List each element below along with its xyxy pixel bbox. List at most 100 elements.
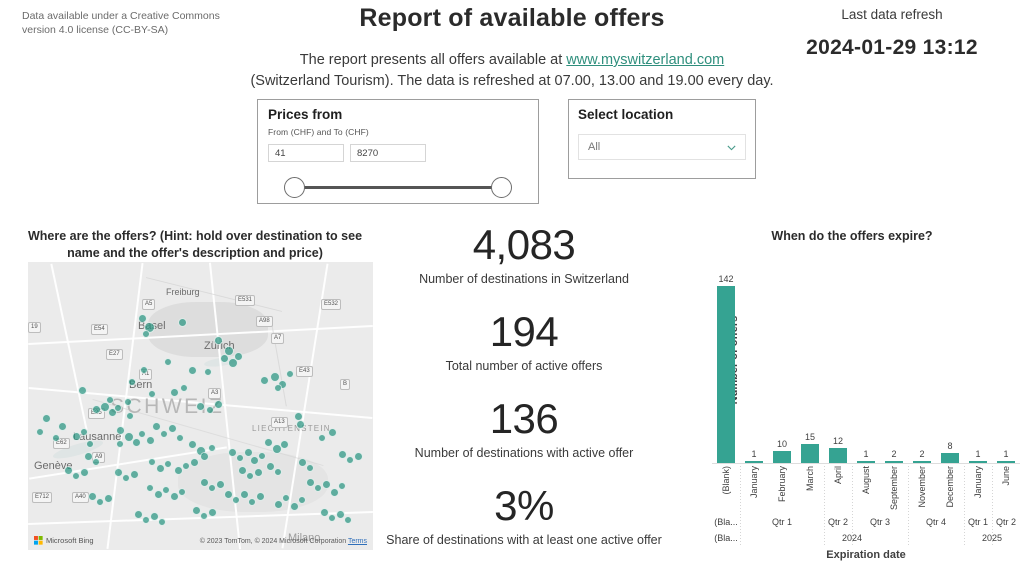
map-offer-dot[interactable]: [132, 438, 141, 447]
location-slicer[interactable]: Select location All: [568, 99, 756, 179]
map-offer-dot[interactable]: [146, 484, 154, 492]
map-offer-dot[interactable]: [104, 494, 113, 503]
map-offer-dot[interactable]: [42, 414, 51, 423]
chart-bar-column[interactable]: 15: [801, 258, 819, 463]
chart-bar-column[interactable]: 142: [717, 258, 735, 463]
map-offer-dot[interactable]: [208, 508, 217, 517]
map-offer-dot[interactable]: [236, 454, 244, 462]
map-offer-dot[interactable]: [140, 366, 148, 374]
map-offer-dot[interactable]: [126, 412, 134, 420]
map-offer-dot[interactable]: [322, 480, 331, 489]
map-offer-dot[interactable]: [200, 452, 209, 461]
map-offer-dot[interactable]: [328, 514, 336, 522]
chart-bar-column[interactable]: 1: [745, 258, 763, 463]
map-offer-dot[interactable]: [142, 330, 150, 338]
map-offer-dot[interactable]: [80, 428, 88, 436]
map-offer-dot[interactable]: [80, 468, 89, 477]
chart-bar-column[interactable]: 10: [773, 258, 791, 463]
map-offer-dot[interactable]: [314, 484, 322, 492]
map-canvas[interactable]: SCHWEIZ Freiburg Basel Zürich Bern Lausa…: [28, 262, 373, 550]
map-offer-dot[interactable]: [274, 384, 282, 392]
map-offer-dot[interactable]: [86, 440, 94, 448]
map-offer-dot[interactable]: [58, 422, 67, 431]
map-offer-dot[interactable]: [160, 430, 168, 438]
map-offer-dot[interactable]: [296, 420, 305, 429]
price-min-input[interactable]: 41: [268, 144, 344, 162]
map-offer-dot[interactable]: [204, 368, 212, 376]
map-offer-dot[interactable]: [148, 458, 156, 466]
map-offer-dot[interactable]: [130, 470, 139, 479]
chart-bar[interactable]: [829, 448, 847, 463]
map-offer-dot[interactable]: [254, 468, 263, 477]
map-offer-dot[interactable]: [214, 336, 223, 345]
map-offer-dot[interactable]: [274, 500, 283, 509]
location-dropdown[interactable]: All: [578, 134, 746, 160]
chart-bar-column[interactable]: 2: [885, 258, 903, 463]
map-offer-dot[interactable]: [328, 428, 337, 437]
map-offer-dot[interactable]: [280, 440, 289, 449]
map-offer-dot[interactable]: [282, 494, 290, 502]
map-offer-dot[interactable]: [196, 402, 205, 411]
map-offer-dot[interactable]: [92, 458, 100, 466]
map-offer-dot[interactable]: [72, 472, 80, 480]
map-offer-dot[interactable]: [142, 516, 150, 524]
map-offer-dot[interactable]: [216, 480, 225, 489]
map-offer-dot[interactable]: [190, 458, 199, 467]
map-offer-dot[interactable]: [248, 498, 256, 506]
map-offer-dot[interactable]: [256, 492, 265, 501]
map-offer-dot[interactable]: [152, 422, 161, 431]
map-offer-dot[interactable]: [178, 318, 187, 327]
map-offer-dot[interactable]: [180, 384, 188, 392]
map-offer-dot[interactable]: [330, 488, 339, 497]
map-offer-dot[interactable]: [138, 430, 146, 438]
map-offer-dot[interactable]: [168, 424, 177, 433]
map-offer-dot[interactable]: [170, 388, 179, 397]
map-terms-link[interactable]: Terms: [348, 538, 367, 545]
map-offer-dot[interactable]: [306, 464, 314, 472]
chart-bar-column[interactable]: 1: [969, 258, 987, 463]
price-max-input[interactable]: 8270: [350, 144, 426, 162]
map-offer-dot[interactable]: [354, 452, 363, 461]
map-offer-dot[interactable]: [208, 444, 216, 452]
chart-bar[interactable]: [941, 453, 959, 463]
map-offer-dot[interactable]: [176, 434, 184, 442]
map-offer-dot[interactable]: [188, 366, 197, 375]
map-offer-dot[interactable]: [36, 428, 44, 436]
map-offer-dot[interactable]: [206, 406, 214, 414]
offers-map[interactable]: SCHWEIZ Freiburg Basel Zürich Bern Lausa…: [28, 262, 373, 550]
map-offer-dot[interactable]: [208, 484, 216, 492]
map-offer-dot[interactable]: [260, 376, 269, 385]
map-offer-dot[interactable]: [318, 434, 326, 442]
price-range-slicer[interactable]: Prices from From (CHF) and To (CHF) 41 8…: [257, 99, 539, 204]
slider-handle-min[interactable]: [284, 177, 305, 198]
map-offer-dot[interactable]: [116, 440, 124, 448]
chevron-down-icon[interactable]: [726, 142, 737, 153]
chart-bar-column[interactable]: 8: [941, 258, 959, 463]
map-offer-dot[interactable]: [162, 486, 170, 494]
slider-handle-max[interactable]: [491, 177, 512, 198]
map-offer-dot[interactable]: [246, 472, 254, 480]
map-offer-dot[interactable]: [164, 460, 172, 468]
myswitzerland-link[interactable]: www.myswitzerland.com: [566, 52, 724, 68]
expiration-bar-chart[interactable]: Number of offers 1421101512122811 Expira…: [680, 250, 1024, 561]
map-offer-dot[interactable]: [338, 482, 346, 490]
map-offer-dot[interactable]: [346, 456, 354, 464]
map-offer-dot[interactable]: [258, 452, 266, 460]
map-offer-dot[interactable]: [290, 502, 299, 511]
map-offer-dot[interactable]: [234, 352, 243, 361]
map-offer-dot[interactable]: [164, 358, 172, 366]
chart-bar[interactable]: [801, 444, 819, 463]
map-offer-dot[interactable]: [158, 518, 166, 526]
map-offer-dot[interactable]: [214, 400, 223, 409]
map-offer-dot[interactable]: [232, 496, 240, 504]
price-range-slider[interactable]: [268, 176, 528, 200]
chart-bar-column[interactable]: 1: [997, 258, 1015, 463]
map-offer-dot[interactable]: [182, 462, 190, 470]
map-offer-dot[interactable]: [114, 404, 122, 412]
chart-bar-column[interactable]: 1: [857, 258, 875, 463]
map-offer-dot[interactable]: [78, 386, 87, 395]
map-offer-dot[interactable]: [274, 468, 282, 476]
map-offer-dot[interactable]: [178, 488, 186, 496]
chart-bar[interactable]: [717, 285, 735, 463]
chart-bar-column[interactable]: 2: [913, 258, 931, 463]
